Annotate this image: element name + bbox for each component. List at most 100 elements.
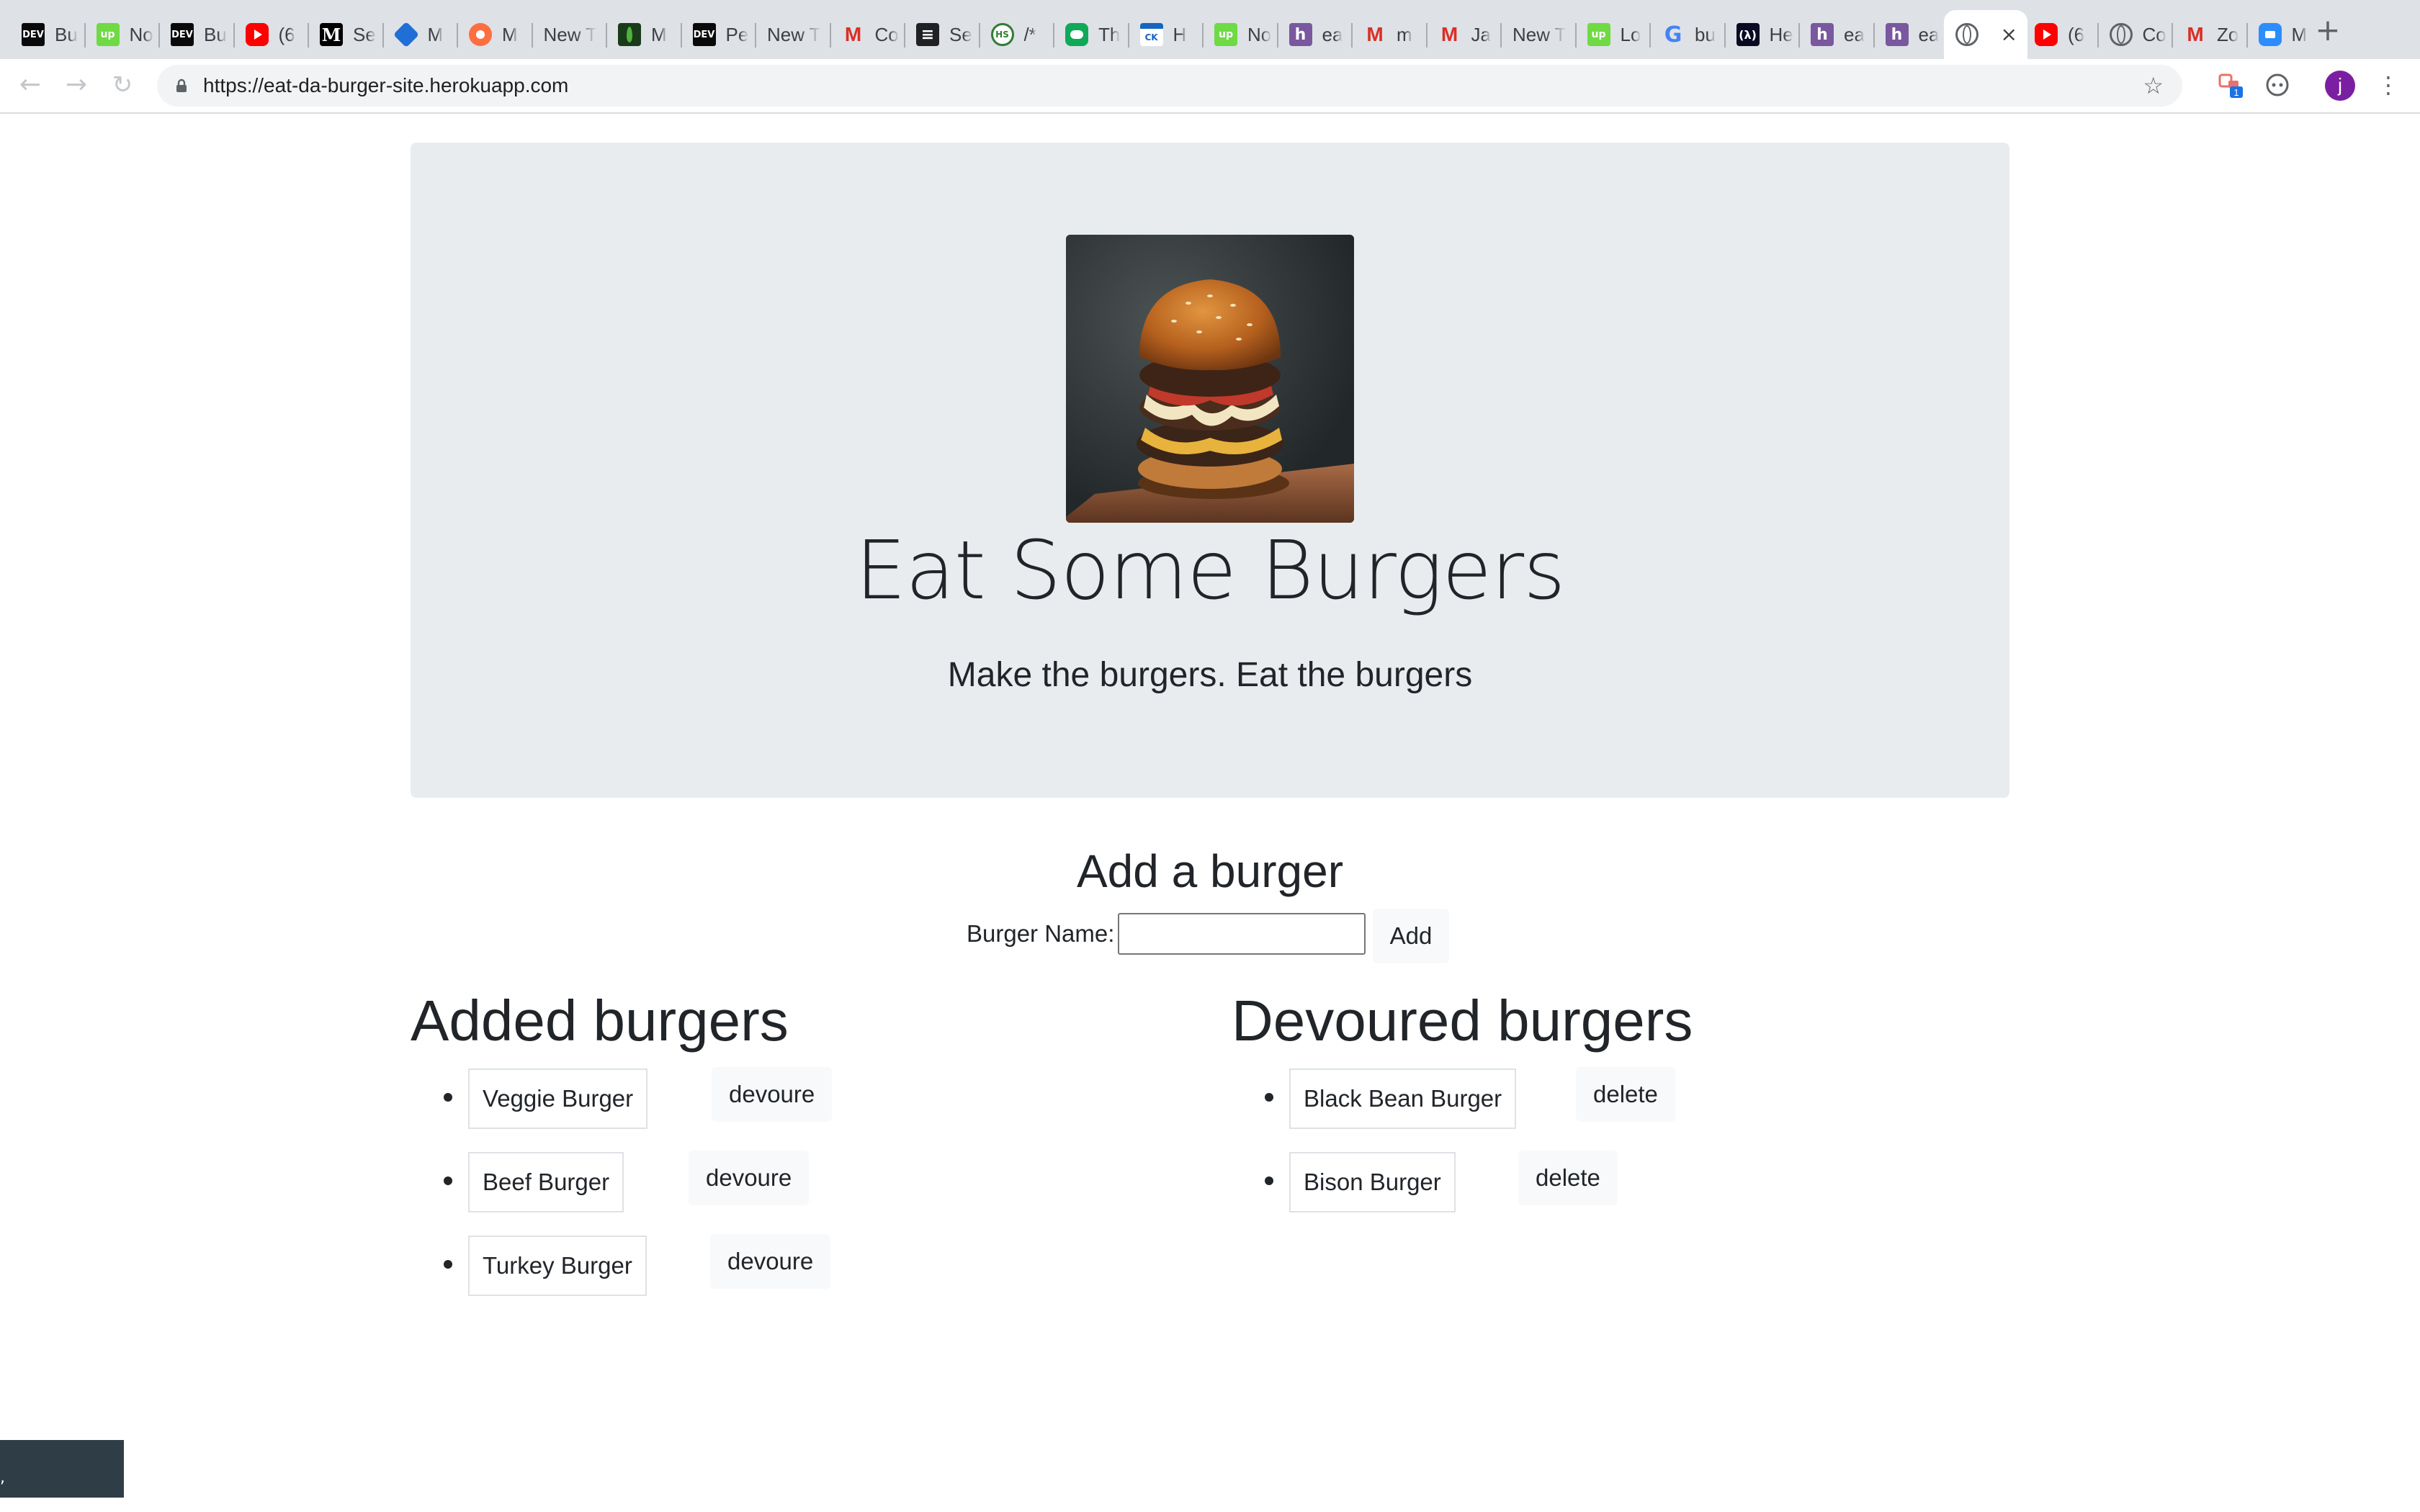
extension-puzzle-icon: 1 [2218, 73, 2243, 98]
globe-icon [2109, 23, 2133, 46]
delete-button[interactable]: delete [1576, 1067, 1675, 1122]
tab-close-icon[interactable]: × [2001, 23, 2017, 46]
browser-tab[interactable]: DEV Pe [681, 10, 756, 59]
added-burgers-heading: Added burgers [411, 989, 789, 1053]
circle-dots-icon [2266, 73, 2289, 96]
tab-title: /* [1023, 23, 1036, 45]
browser-tab[interactable]: Gbu [1650, 10, 1725, 59]
tab-title: (6 [278, 23, 295, 45]
devoured-burgers-heading: Devoured burgers [1232, 989, 1693, 1053]
browser-tab[interactable]: DEV Bu [159, 10, 234, 59]
browser-tab[interactable]: ea [1278, 10, 1353, 59]
add-burger-button[interactable]: Add [1373, 909, 1449, 963]
ck-icon: CK [1139, 23, 1163, 46]
browser-tab[interactable]: M [383, 10, 458, 59]
plus-icon[interactable]: + [2311, 13, 2345, 48]
browser-tab[interactable]: Co [2098, 10, 2173, 59]
gmail-icon: M [1440, 23, 1458, 45]
profile-avatar[interactable]: j [2325, 71, 2355, 101]
burger-name: Bison Burger [1289, 1152, 1456, 1212]
medium-icon: M [320, 23, 343, 46]
reload-icon[interactable]: ↻ [105, 68, 140, 102]
browser-tab[interactable]: New T [1501, 10, 1576, 59]
tab-title: M [427, 23, 444, 45]
bullet-icon [444, 1176, 452, 1185]
browser-tab[interactable]: M [606, 10, 681, 59]
browser-tab[interactable]: M [457, 10, 532, 59]
gmail-icon: M [2187, 23, 2204, 45]
browser-tab[interactable]: HS /* [980, 10, 1054, 59]
browser-tab[interactable]: New T [756, 10, 830, 59]
devour-button[interactable]: devoure [712, 1067, 833, 1122]
gmail-icon: M [1366, 23, 1384, 45]
dev-icon: DEV [22, 23, 45, 46]
browser-tab[interactable]: Se [905, 10, 980, 59]
floating-widget[interactable]: , [0, 1440, 124, 1498]
browser-tab[interactable]: CK H [1129, 10, 1204, 59]
browser-tab[interactable]: up Lo [1576, 10, 1651, 59]
browser-tab[interactable]: M Zo [2172, 10, 2247, 59]
youtube-icon [2035, 23, 2058, 46]
tab-title: Ja [1471, 23, 1491, 45]
reader-extension-icon[interactable] [2260, 68, 2295, 102]
upwork-icon: up [1214, 23, 1237, 46]
burger-name-label: Burger Name: [967, 920, 1115, 947]
devour-button[interactable]: devoure [710, 1234, 831, 1289]
address-bar[interactable]: https://eat-da-burger-site.herokuapp.com… [157, 65, 2182, 107]
tab-title: He [1769, 23, 1793, 45]
browser-tab[interactable]: Mm [1352, 10, 1427, 59]
browser-tab[interactable]: (6 [2023, 10, 2098, 59]
burger-name: Veggie Burger [468, 1068, 648, 1129]
browser-tab[interactable]: up No [1203, 10, 1278, 59]
forward-arrow-icon[interactable]: → [59, 68, 94, 102]
browser-tab[interactable]: ea [1799, 10, 1874, 59]
tab-title: New T [1512, 23, 1567, 45]
freecodecamp-icon: (λ) [1736, 23, 1760, 46]
tab-title: No [129, 23, 153, 45]
browser-tab[interactable]: (6 [234, 10, 309, 59]
bullet-icon [444, 1093, 452, 1102]
browser-tab[interactable]: M Se [308, 10, 383, 59]
tab-title: No [1247, 23, 1272, 45]
hero-jumbotron: Eat Some Burgers Make the burgers. Eat t… [411, 143, 2009, 798]
extension-badge: 1 [2233, 87, 2238, 98]
burger-image [1066, 235, 1354, 523]
browser-tab[interactable]: ea [1874, 10, 1949, 59]
back-arrow-icon[interactable]: ← [13, 68, 48, 102]
browser-tab[interactable]: M Ja [1427, 10, 1502, 59]
list-icon [916, 23, 939, 46]
browser-menu-icon[interactable]: ⋮ [2377, 68, 2400, 102]
lock-icon [176, 78, 187, 92]
tab-title: ea [1918, 23, 1940, 45]
browser-tab[interactable]: M Co [830, 10, 905, 59]
tab-title: Se [353, 23, 376, 45]
chat-icon [1065, 23, 1088, 46]
burger-name: Beef Burger [468, 1152, 624, 1212]
browser-tab[interactable]: DEV Bu [10, 10, 85, 59]
cube-icon [393, 21, 419, 48]
burger-name: Turkey Burger [468, 1236, 647, 1296]
tab-title: New T [543, 23, 598, 45]
bullet-icon [1265, 1176, 1273, 1185]
add-burger-heading: Add a burger [1076, 845, 1344, 897]
delete-button[interactable]: delete [1518, 1151, 1618, 1205]
burger-name-input[interactable] [1118, 913, 1366, 955]
browser-tab[interactable]: Th [1054, 10, 1129, 59]
hs-icon: HS [990, 23, 1014, 46]
upwork-icon: up [1587, 23, 1610, 46]
browser-tab[interactable]: up No [85, 10, 160, 59]
gmail-icon: M [844, 23, 862, 45]
browser-tab-strip: DEV Bu up No DEV Bu (6 M Se M M New T M DEV Pe New T M Co… [0, 0, 2420, 59]
youtube-icon [245, 23, 269, 46]
bookmark-star-icon[interactable]: ☆ [2143, 72, 2164, 99]
browser-tab[interactable]: × [1944, 10, 2027, 59]
page-title: Eat Some Burgers [855, 524, 1565, 618]
extension-icon[interactable]: 1 [2214, 68, 2249, 102]
browser-tab[interactable]: New T [532, 10, 607, 59]
browser-tab[interactable]: (λ) He [1725, 10, 1800, 59]
tab-title: Lo [1620, 23, 1641, 45]
url-text[interactable]: https://eat-da-burger-site.herokuapp.com [203, 73, 568, 98]
devour-button[interactable]: devoure [689, 1151, 810, 1205]
dev-icon: DEV [171, 23, 194, 46]
tab-title: ea [1322, 23, 1343, 45]
